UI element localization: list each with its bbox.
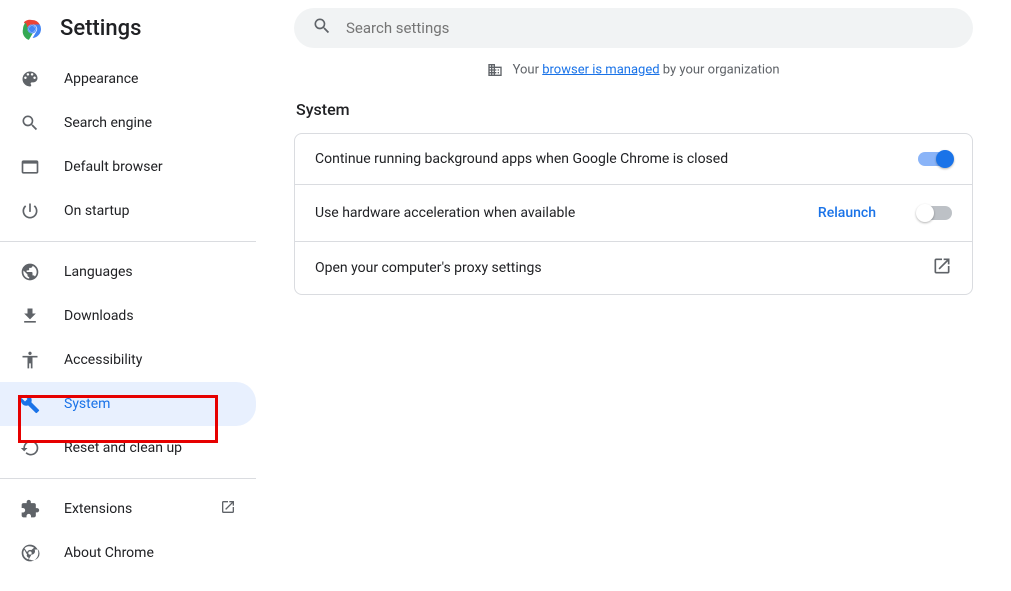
managed-link[interactable]: browser is managed — [542, 62, 659, 77]
sidebar-item-system[interactable]: System — [0, 382, 256, 426]
row-label: Continue running background apps when Go… — [315, 151, 890, 167]
managed-prefix: Your — [513, 62, 543, 77]
sidebar-item-on-startup[interactable]: On startup — [0, 189, 256, 233]
sidebar-header: Settings — [0, 4, 256, 57]
sidebar-item-label: Languages — [64, 264, 236, 280]
search-icon — [312, 16, 346, 40]
sidebar-item-languages[interactable]: Languages — [0, 250, 256, 294]
system-card: Continue running background apps when Go… — [294, 133, 973, 295]
sidebar-item-label: Accessibility — [64, 352, 236, 368]
sidebar-item-extensions[interactable]: Extensions — [0, 487, 256, 531]
search-icon — [20, 113, 40, 133]
sidebar-item-downloads[interactable]: Downloads — [0, 294, 256, 338]
sidebar-item-default-browser[interactable]: Default browser — [0, 145, 256, 189]
sidebar-item-label: System — [64, 396, 236, 412]
palette-icon — [20, 69, 40, 89]
row-label: Open your computer's proxy settings — [315, 260, 932, 276]
search-bar[interactable] — [294, 8, 973, 48]
chrome-outline-icon — [20, 543, 40, 563]
row-hardware-acceleration[interactable]: Use hardware acceleration when available… — [295, 184, 972, 241]
sidebar: Settings Appearance Search engine Defaul… — [0, 0, 256, 591]
building-icon — [487, 62, 509, 77]
managed-notice: Your browser is managed by your organiza… — [294, 62, 973, 78]
sidebar-item-appearance[interactable]: Appearance — [0, 57, 256, 101]
page-title: Settings — [60, 16, 141, 41]
extension-icon — [20, 499, 40, 519]
section-title: System — [296, 100, 973, 119]
managed-suffix: by your organization — [660, 62, 780, 77]
sidebar-item-label: About Chrome — [64, 545, 236, 561]
sidebar-item-reset[interactable]: Reset and clean up — [0, 426, 256, 470]
accessibility-icon — [20, 350, 40, 370]
divider — [0, 478, 256, 479]
sidebar-item-label: On startup — [64, 203, 236, 219]
sidebar-item-label: Reset and clean up — [64, 440, 236, 456]
download-icon — [20, 306, 40, 326]
restore-icon — [20, 438, 40, 458]
wrench-icon — [20, 394, 40, 414]
open-in-new-icon — [932, 256, 952, 280]
sidebar-item-label: Extensions — [64, 501, 212, 517]
relaunch-button[interactable]: Relaunch — [804, 199, 890, 227]
browser-icon — [20, 157, 40, 177]
sidebar-item-label: Appearance — [64, 71, 236, 87]
power-icon — [20, 201, 40, 221]
toggle-hardware-acceleration[interactable] — [918, 206, 952, 220]
sidebar-item-label: Downloads — [64, 308, 236, 324]
globe-icon — [20, 262, 40, 282]
main-content: Your browser is managed by your organiza… — [256, 0, 1011, 591]
chrome-logo-icon — [20, 17, 44, 41]
open-in-new-icon — [220, 499, 236, 519]
row-proxy-settings[interactable]: Open your computer's proxy settings — [295, 241, 972, 294]
sidebar-item-search-engine[interactable]: Search engine — [0, 101, 256, 145]
sidebar-item-label: Default browser — [64, 159, 236, 175]
divider — [0, 241, 256, 242]
row-background-apps[interactable]: Continue running background apps when Go… — [295, 134, 972, 184]
search-input[interactable] — [346, 19, 955, 37]
sidebar-item-about-chrome[interactable]: About Chrome — [0, 531, 256, 575]
sidebar-item-accessibility[interactable]: Accessibility — [0, 338, 256, 382]
row-label: Use hardware acceleration when available — [315, 205, 804, 221]
toggle-background-apps[interactable] — [918, 152, 952, 166]
sidebar-item-label: Search engine — [64, 115, 236, 131]
